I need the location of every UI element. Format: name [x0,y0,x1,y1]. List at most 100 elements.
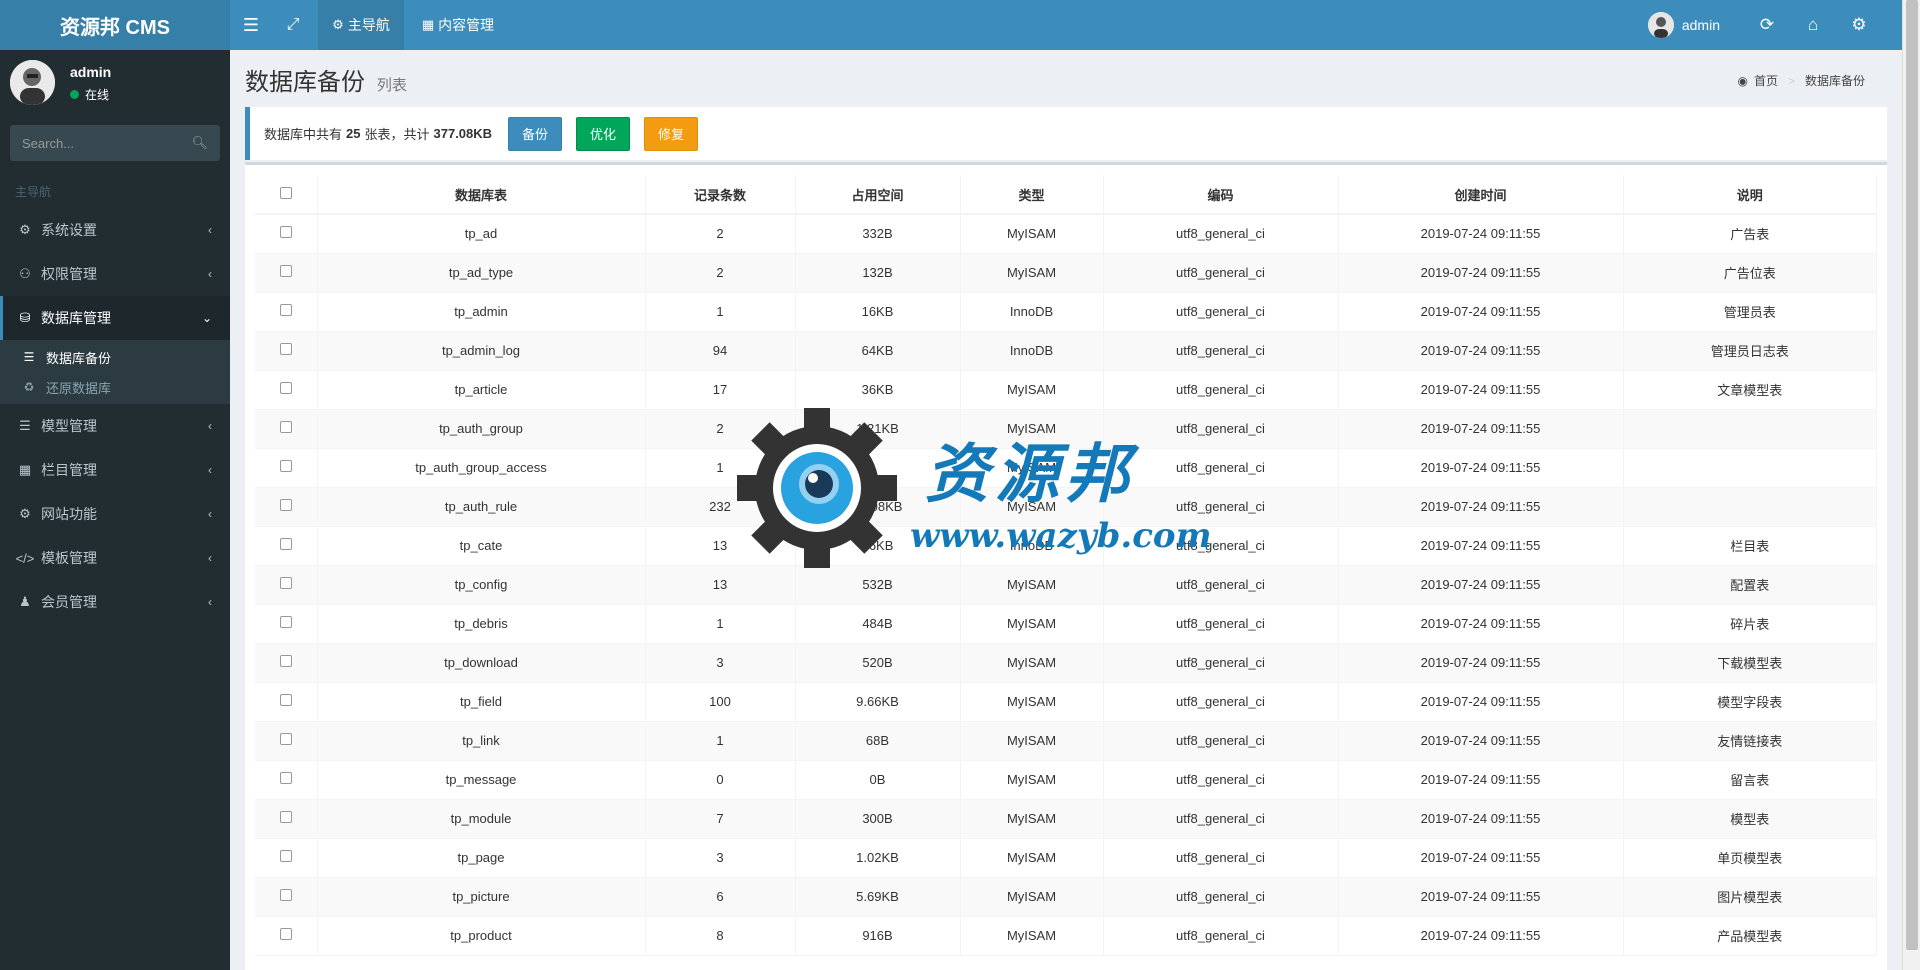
column-header[interactable]: 记录条数 [645,175,796,215]
table-cell: MyISAM [960,877,1104,917]
search-placeholder: Search... [22,135,75,151]
row-checkbox[interactable] [279,655,292,667]
column-header[interactable]: 创建时间 [1338,175,1624,215]
home-icon[interactable]: ⌂ [1804,15,1822,35]
row-checkbox[interactable] [279,694,292,706]
row-checkbox[interactable] [279,733,292,745]
row-checkbox[interactable] [279,304,292,316]
sidebar-item-permissions[interactable]: ⚇ 权限管理 ‹ [0,252,230,296]
table-row[interactable]: tp_ad 2 332B MyISAM utf8_general_ci 2019-07-2… [255,214,1877,254]
table-row[interactable]: tp_field 100 9.66KB MyISAM utf8_general_ci 20… [255,682,1877,722]
column-header[interactable]: 类型 [960,175,1104,215]
user-name[interactable]: admin [1682,17,1720,33]
table-row[interactable]: tp_config 13 532B MyISAM utf8_general_ci 2019… [255,565,1877,605]
sidebar-item-system-settings[interactable]: ⚙ 系统设置 ‹ [0,208,230,252]
sidebar: admin 在线 Search... 🔍︎ 主导航 ⚙ 系统设置 ‹ ⚇ 权限管… [0,50,230,970]
avatar[interactable] [1647,12,1674,38]
table-row[interactable]: tp_download 3 520B MyISAM utf8_general_ci 201… [255,643,1877,683]
table-row[interactable]: tp_page 3 1.02KB MyISAM utf8_general_ci 2019-… [255,838,1877,878]
sidebar-item-members[interactable]: ♟ 会员管理 ‹ [0,580,230,624]
table-cell: MyISAM [960,682,1104,722]
sidebar-item-templates[interactable]: </> 模板管理 ‹ [0,536,230,580]
row-checkbox[interactable] [279,226,292,239]
table-row[interactable]: tp_admin_log 94 64KB InnoDB utf8_general_ci 2… [255,331,1877,371]
row-checkbox[interactable] [279,772,292,784]
row-checkbox[interactable] [279,382,292,394]
sidebar-item-db-restore[interactable]: ♻ 还原数据库 [0,372,230,402]
table-cell: 管理员表 [1623,292,1877,332]
repair-button[interactable]: 修复 [644,116,699,151]
backup-button[interactable]: 备份 [508,116,563,151]
row-checkbox[interactable] [279,850,292,862]
table-row[interactable]: tp_message 0 0B MyISAM utf8_general_ci 2019-0… [255,760,1877,800]
table-cell: InnoDB [960,292,1104,332]
sidebar-item-database[interactable]: ⛁ 数据库管理 ⌄ [0,296,230,340]
table-row[interactable]: tp_debris 1 484B MyISAM utf8_general_ci 2019-… [255,604,1877,644]
table-row[interactable]: tp_auth_rule 232 17.08KB MyISAM utf8_general… [255,487,1877,527]
table-row[interactable]: tp_module 7 300B MyISAM utf8_general_ci 2019-… [255,799,1877,839]
row-checkbox[interactable] [279,499,292,511]
sidebar-item-columns[interactable]: ▦ 栏目管理 ‹ [0,448,230,492]
tab-main-nav[interactable]: ⚙ 主导航 [318,0,404,50]
table-cell: 2 [645,253,796,293]
row-checkbox[interactable] [279,928,292,940]
optimize-button[interactable]: 优化 [576,116,631,151]
table-row[interactable]: tp_admin 1 16KB InnoDB utf8_general_ci 2019-0… [255,292,1877,332]
row-checkbox[interactable] [279,421,292,433]
breadcrumb-home[interactable]: 首页 [1754,72,1778,89]
recycle-icon: ♻ [23,380,35,394]
table-cell: 1 [645,721,796,761]
column-header[interactable]: 数据库表 [317,175,646,215]
row-checkbox[interactable] [279,889,292,901]
sidebar-item-site-functions[interactable]: ⚙ 网站功能 ‹ [0,492,230,536]
sidebar-item-db-backup[interactable]: ☰ 数据库备份 [0,342,230,372]
table-cell: tp_auth_group [317,409,646,449]
table-cell: MyISAM [960,916,1104,956]
table-cell: MyISAM [960,409,1104,449]
table-cell: 0 [645,760,796,800]
scrollbar-thumb[interactable] [1906,0,1918,950]
app-logo[interactable]: 资源邦 CMS [0,0,230,50]
row-checkbox[interactable] [279,538,292,550]
table-cell: utf8_general_ci [1103,565,1339,605]
table-row[interactable]: tp_link 1 68B MyISAM utf8_general_ci 2019-07-… [255,721,1877,761]
table-row[interactable]: tp_product 8 916B MyISAM utf8_general_ci 2019… [255,916,1877,956]
table-row[interactable]: tp_ad_type 2 132B MyISAM utf8_general_ci 2019… [255,253,1877,293]
sidebar-item-label: 栏目管理 [41,462,97,478]
page-scrollbar[interactable] [1902,0,1920,970]
table-cell: utf8_general_ci [1103,721,1339,761]
table-cell: 2019-07-24 09:11:55 [1338,253,1624,293]
table-cell: 2019-07-24 09:11:55 [1338,214,1624,254]
fullscreen-button[interactable]: ⤢ [272,0,314,50]
users-icon: ⚇ [19,266,31,281]
table-row[interactable]: tp_auth_group 2 1.21KB MyISAM utf8_general_c… [255,409,1877,449]
row-checkbox[interactable] [279,811,292,823]
row-checkbox[interactable] [279,616,292,628]
sidebar-toggle-button[interactable]: ☰ [230,0,272,50]
row-checkbox[interactable] [279,265,292,277]
column-header[interactable]: 编码 [1103,175,1339,215]
sidebar-item-label: 模型管理 [41,418,97,434]
table-cell: utf8_general_ci [1103,214,1339,254]
select-all-checkbox[interactable] [279,186,292,199]
table-row[interactable]: tp_picture 6 5.69KB MyISAM utf8_general_ci 20… [255,877,1877,917]
column-header[interactable]: 说明 [1623,175,1877,215]
search-input[interactable]: Search... 🔍︎ [10,125,220,161]
search-icon[interactable]: 🔍︎ [191,135,208,151]
table-row[interactable]: tp_auth_group_access 1 MyISAM utf8_general_… [255,448,1877,488]
table-cell: 单页模型表 [1623,838,1877,878]
table-row[interactable]: tp_article 17 36KB MyISAM utf8_general_ci 201… [255,370,1877,410]
column-header[interactable]: 占用空间 [795,175,961,215]
row-checkbox[interactable] [279,460,292,472]
sidebar-item-label: 网站功能 [41,506,97,522]
gears-icon[interactable]: ⚙ [1850,15,1868,35]
refresh-icon[interactable]: ⟳ [1758,15,1776,35]
row-checkbox[interactable] [279,343,292,355]
row-select-cell [255,916,318,956]
sidebar-item-models[interactable]: ☰ 模型管理 ‹ [0,404,230,448]
table-cell: tp_ad_type [317,253,646,293]
table-cell: tp_product [317,916,646,956]
table-row[interactable]: tp_cate 13 16KB InnoDB utf8_general_ci 2019-0… [255,526,1877,566]
row-checkbox[interactable] [279,577,292,589]
tab-content-management[interactable]: ▦ 内容管理 [408,0,508,50]
